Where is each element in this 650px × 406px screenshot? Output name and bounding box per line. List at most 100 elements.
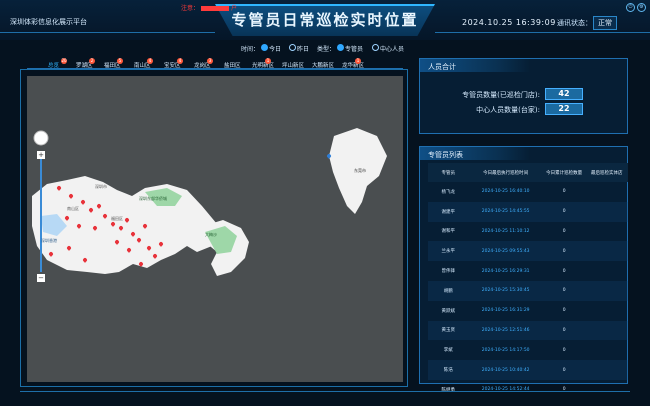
staff-store [585, 301, 628, 321]
staff-count-label: 专管员数量(已巡检门店): [462, 91, 540, 99]
staff-name: 黄玉贤 [428, 320, 469, 341]
time-filter-label: 时间： [241, 46, 260, 53]
notice-suffix: 户 [231, 5, 238, 12]
tab-district-8[interactable]: 坪山新区 [282, 61, 304, 69]
platform-name: 深圳体彩信息化展示平台 [10, 18, 87, 26]
staff-last-time: 2024-10-25 09:55:43 [468, 241, 543, 262]
header-line-left [0, 32, 215, 33]
staff-last-time: 2024-10-25 15:30:45 [468, 280, 543, 301]
staff-store [585, 280, 628, 301]
staff-count: 0 [562, 268, 566, 274]
staff-store [585, 201, 628, 222]
comm-status-badge: 正常 [593, 16, 617, 30]
tab-district-6[interactable]: 盐田区 [224, 61, 241, 69]
staff-list-title: 专管员列表 [428, 151, 463, 159]
map-label-dameisha: 大梅沙 [205, 232, 217, 237]
tab-district-badge-2: 5 [117, 58, 123, 64]
staff-store [585, 261, 628, 281]
staff-last-time: 2024-10-25 16:40:10 [481, 189, 530, 195]
staff-count-value: 42 [545, 88, 583, 100]
staff-row[interactable]: 曾伟锋 2024-10-25 16:29:31 0 [428, 261, 628, 281]
map-canvas [32, 128, 387, 276]
footer-line [20, 391, 630, 392]
col-count: 今日累计巡检数量 [542, 163, 586, 182]
radio-yesterday-label[interactable]: 昨日 [297, 44, 309, 53]
map-zoom-in-button[interactable]: + [37, 151, 45, 159]
tab-district-badge-10: 1 [355, 58, 361, 64]
staff-row[interactable]: 黄玉贤 2024-10-25 12:51:46 0 [428, 320, 628, 341]
staff-count: 0 [542, 201, 586, 222]
col-staff: 专管员 [428, 163, 469, 182]
radio-center-label[interactable]: 中心人员 [380, 44, 404, 53]
map-label-hk: 深圳香港 [41, 238, 57, 243]
staff-last-time: 2024-10-25 10:40:42 [468, 360, 543, 380]
staff-last-time: 2024-10-25 16:31:29 [481, 308, 530, 314]
tab-district-badge-7: 1 [265, 58, 271, 64]
power-icon[interactable]: ⏻ [626, 3, 635, 12]
tab-district-9[interactable]: 大鹏新区 [312, 61, 334, 69]
map-zoom-track [40, 152, 42, 272]
map-label-shenzhen: 深圳市 [95, 184, 107, 189]
staff-store [585, 182, 628, 202]
staff-name: 曾伟锋 [441, 269, 455, 275]
staff-last-time: 2024-10-25 12:51:46 [468, 320, 543, 341]
staff-row[interactable]: 陈浩 2024-10-25 10:40:42 0 [428, 360, 628, 380]
staff-count: 0 [562, 228, 566, 234]
staff-table-header: 专管员 今日最后执行巡检时间 今日累计巡检数量 最后巡检实体店 [428, 163, 628, 182]
notice-label: 注意： [181, 5, 200, 12]
tab-district-0[interactable]: 总览 [48, 61, 59, 69]
staff-store [585, 360, 628, 380]
staff-row[interactable]: 谢建平 2024-10-25 14:45:55 0 [428, 201, 628, 222]
staff-last-time: 2024-10-25 16:29:31 [481, 268, 530, 274]
tab-district-badge-5: 3 [207, 58, 213, 64]
staff-name: 兰永平 [428, 241, 469, 262]
staff-last-time: 2024-10-25 14:45:55 [468, 201, 543, 222]
datetime: 2024.10.25 16:39:09 [462, 18, 556, 27]
header-line-right [435, 32, 650, 33]
notice-text: 注意： 户 [181, 3, 237, 12]
map-label-oct: 深圳东部华侨城 [139, 196, 167, 201]
staff-name: 李斌 [443, 348, 453, 354]
col-store: 最后巡检实体店 [585, 163, 628, 182]
radio-staff-label[interactable]: 专管员 [345, 44, 363, 53]
staff-store [585, 380, 628, 400]
radio-staff[interactable] [337, 44, 344, 51]
map-view[interactable]: + − 东莞市 深圳东部华侨城 大梅沙 深圳香港 南山区 福田区 深圳市 [27, 76, 403, 382]
settings-icon[interactable]: ⚙ [637, 3, 646, 12]
tab-district-badge-3: 4 [147, 58, 153, 64]
notice-redacted [201, 6, 230, 11]
comm-status-label: 通讯状态： [557, 19, 592, 27]
staff-name: 陈浩 [428, 360, 469, 380]
staff-count: 0 [542, 280, 586, 301]
staff-row[interactable]: 李斌 2024-10-25 14:17:50 0 [428, 340, 628, 360]
staff-name: 谢和平 [441, 229, 455, 235]
staff-name: 陈继勇 [428, 380, 468, 400]
radio-center[interactable] [372, 44, 379, 51]
map-label-dongguan: 东莞市 [354, 168, 366, 173]
tab-district-badge-4: 4 [177, 58, 183, 64]
staff-row[interactable]: 兰永平 2024-10-25 09:55:43 0 [428, 241, 628, 262]
staff-name: 胡鹏 [428, 280, 469, 301]
staff-row[interactable]: 黄跃斌 2024-10-25 16:31:29 0 [428, 301, 628, 321]
staff-last-time: 2024-10-25 14:17:50 [481, 347, 530, 353]
staff-row[interactable]: 谢和平 2024-10-25 11:10:12 0 [428, 222, 628, 242]
radio-today-label[interactable]: 今日 [269, 44, 281, 53]
staff-store [585, 241, 628, 262]
staff-store [585, 222, 628, 242]
staff-row[interactable]: 杨飞龙 2024-10-25 16:40:10 0 [428, 182, 628, 202]
map-zoom-out-button[interactable]: − [37, 274, 45, 282]
staff-count: 0 [562, 189, 566, 195]
staff-name: 黄跃斌 [441, 308, 455, 314]
type-filter-label: 类型： [317, 46, 336, 53]
radio-today[interactable] [261, 44, 268, 51]
staff-count: 0 [562, 347, 566, 353]
center-count-value: 22 [545, 103, 583, 115]
col-last-time: 今日最后执行巡检时间 [468, 163, 543, 182]
staff-name: 杨飞龙 [441, 189, 455, 195]
staff-count: 0 [542, 320, 586, 341]
center-count-label: 中心人员数量(台家): [476, 106, 540, 114]
page-title: 专管员日常巡检实时位置 [231, 11, 419, 29]
staff-row[interactable]: 陈继勇 2024-10-25 14:52:44 0 [428, 380, 628, 400]
radio-yesterday[interactable] [289, 44, 296, 51]
staff-row[interactable]: 胡鹏 2024-10-25 15:30:45 0 [428, 280, 628, 301]
